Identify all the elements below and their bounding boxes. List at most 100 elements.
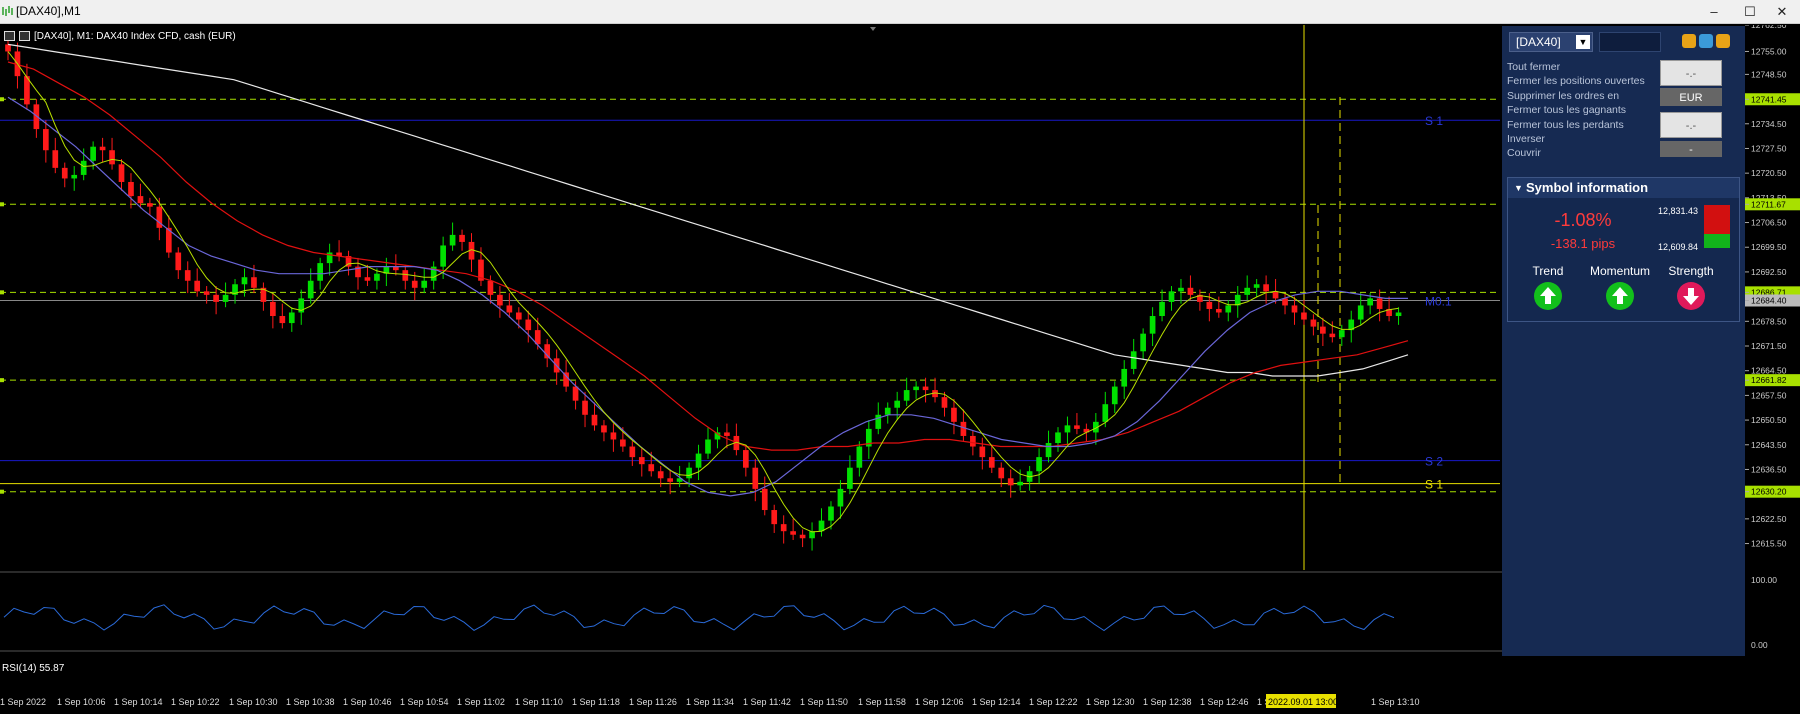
- level-text-6: S 2: [1425, 455, 1443, 469]
- candle-23: [222, 282, 229, 308]
- candle-body: [440, 245, 446, 267]
- candle-body: [884, 407, 891, 415]
- candle-138: [1310, 314, 1317, 336]
- level-text-1: S 1: [1425, 114, 1443, 128]
- minimize-button[interactable]: –: [1696, 0, 1732, 24]
- candle-body: [487, 280, 494, 295]
- candle-95: [903, 377, 910, 406]
- candle-body: [175, 252, 182, 271]
- candle-body: [1376, 298, 1383, 309]
- maximize-button[interactable]: ☐: [1732, 0, 1768, 24]
- trend-up-arrow-icon: [1534, 282, 1562, 310]
- candle-body: [411, 280, 418, 288]
- change-pips: -138.1 pips: [1550, 236, 1616, 251]
- level-marker-5: [0, 378, 4, 383]
- candle-body: [941, 397, 948, 408]
- time-label-17: 1 Sep 12:14: [972, 697, 1021, 707]
- gear-icon[interactable]: [1699, 34, 1713, 48]
- candle-body: [1329, 333, 1336, 338]
- candle-body: [1149, 316, 1156, 334]
- level-text-4: M0.1: [1425, 294, 1452, 308]
- action-reverse[interactable]: Inverser: [1507, 132, 1645, 146]
- time-axis[interactable]: 1 Sep 2022 1 Sep 10:06 1 Sep 10:14 1 Sep 10…: [0, 689, 1745, 714]
- price-tick-label-21: 12636.50: [1751, 464, 1787, 474]
- time-label-23: 1 Sep 13:10: [1371, 697, 1420, 707]
- price-tick-label-24: 12615.50: [1751, 539, 1787, 549]
- grid-icon[interactable]: [1716, 34, 1730, 48]
- price-tick-label-18: 12657.50: [1751, 390, 1787, 400]
- candle-18: [175, 247, 182, 279]
- candle-111: [1055, 427, 1061, 452]
- candle-89: [847, 455, 853, 495]
- candle-93: [884, 402, 891, 424]
- price-chart[interactable]: S 1 M0.1 S 2 S 1: [0, 25, 1745, 685]
- time-label-21: 1 Sep 12:46: [1200, 697, 1249, 707]
- candle-body: [270, 301, 276, 317]
- candle-body: [847, 467, 853, 489]
- price-axis[interactable]: 12762.50 12755.00 12748.50 12741.45 12734.50…: [1745, 25, 1800, 675]
- day-high: 12,831.43: [1658, 206, 1699, 216]
- candle-body: [1159, 301, 1165, 317]
- time-label-20: 1 Sep 12:38: [1143, 697, 1192, 707]
- candle-2: [24, 63, 30, 110]
- chart-type-icon[interactable]: [19, 31, 30, 41]
- candle-body: [657, 471, 664, 479]
- collapse-triangle-icon[interactable]: ▼: [1514, 178, 1523, 198]
- candle-143: [1357, 293, 1364, 325]
- chevron-down-icon[interactable]: ▼: [1576, 35, 1590, 49]
- close-button[interactable]: ✕: [1764, 0, 1800, 24]
- copy-icon[interactable]: [1682, 34, 1696, 48]
- candle-body: [71, 174, 78, 179]
- chart-area[interactable]: S 1 M0.1 S 2 S 1 [DAX40], M1: DAX40 Index C…: [0, 25, 1745, 674]
- candle-106: [1007, 469, 1014, 498]
- buy-price-box[interactable]: -.-: [1660, 112, 1722, 138]
- action-close-open-positions[interactable]: Fermer les positions ouvertes: [1507, 74, 1645, 88]
- action-close-winners[interactable]: Fermer tous les gagnants: [1507, 103, 1645, 117]
- level-text-7: S 1: [1425, 478, 1443, 492]
- action-close-all[interactable]: Tout fermer: [1507, 60, 1645, 74]
- candle-145: [1376, 289, 1383, 322]
- candle-84: [799, 529, 806, 548]
- candle-30: [288, 307, 295, 332]
- candle-94: [894, 391, 901, 421]
- candle-body: [780, 524, 787, 532]
- candle-117: [1111, 381, 1118, 414]
- trade-actions-list: Tout fermer Fermer les positions ouverte…: [1507, 60, 1645, 161]
- candle-4: [43, 120, 49, 163]
- time-label-18: 1 Sep 12:22: [1029, 697, 1078, 707]
- candle-body: [5, 44, 11, 52]
- lot-size-input[interactable]: [1599, 32, 1661, 52]
- candle-body: [525, 319, 532, 331]
- chart-grid-icon[interactable]: [4, 31, 15, 41]
- candle-147: [1395, 307, 1402, 325]
- candle-body: [629, 446, 636, 458]
- trend-label: Trend: [1532, 264, 1564, 278]
- candle-96: [913, 381, 919, 399]
- sell-price-box[interactable]: -.-: [1660, 60, 1722, 86]
- candle-120: [1140, 328, 1146, 361]
- candle-body: [307, 280, 314, 299]
- price-tick-label-14: 12678.50: [1751, 316, 1787, 326]
- price-tick-label-5: 12727.50: [1751, 143, 1787, 153]
- candle-body: [1017, 481, 1023, 486]
- action-hedge[interactable]: Couvrir: [1507, 146, 1645, 160]
- action-close-losers[interactable]: Fermer tous les perdants: [1507, 118, 1645, 132]
- candle-body: [761, 488, 768, 511]
- candle-139: [1320, 317, 1326, 347]
- time-label-15: 1 Sep 11:58: [858, 697, 906, 707]
- symbol-select[interactable]: [DAX40] ▼: [1509, 32, 1593, 52]
- symbol-information-header[interactable]: ▼ Symbol information: [1508, 178, 1739, 198]
- candle-body: [1036, 457, 1042, 472]
- price-tick-label-1: 12755.00: [1751, 46, 1787, 56]
- momentum-up-arrow-icon: [1606, 282, 1634, 310]
- rsi-tick-100: 100.00: [1751, 575, 1777, 585]
- candle-119: [1130, 338, 1137, 375]
- range-bar-red: [1704, 205, 1730, 234]
- candle-body: [686, 467, 692, 479]
- candle-body: [1178, 287, 1184, 292]
- candle-body: [743, 450, 749, 468]
- candle-body: [374, 273, 380, 281]
- candle-125: [1187, 275, 1194, 301]
- action-delete-orders[interactable]: Supprimer les ordres en: [1507, 89, 1645, 103]
- candle-81: [771, 504, 778, 533]
